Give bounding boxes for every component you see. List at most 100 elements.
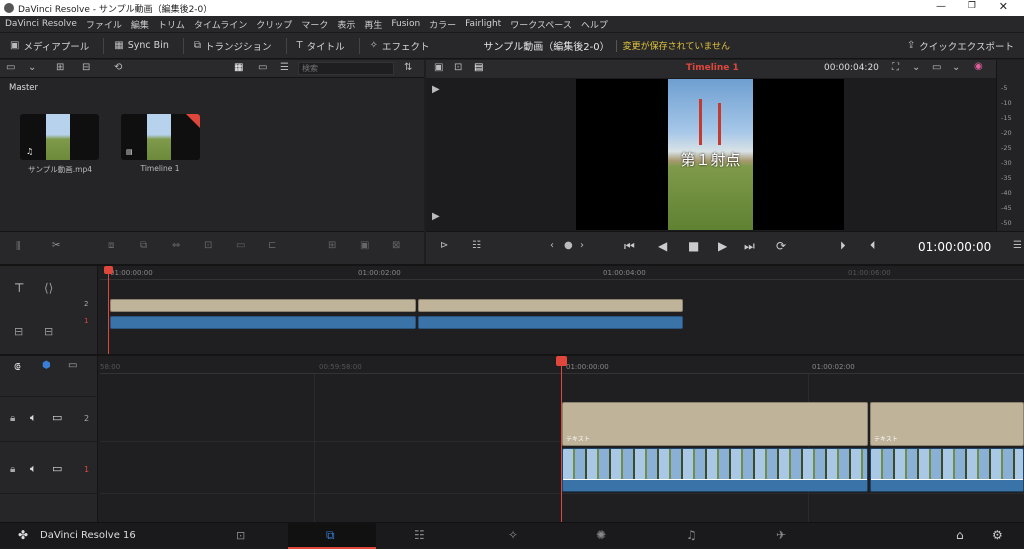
safe-area-icon[interactable]: ⊡ xyxy=(454,63,462,73)
text-clip[interactable]: テキスト xyxy=(870,402,1024,446)
menu-item[interactable]: Fusion xyxy=(391,19,420,29)
speaker-icon[interactable]: 🔈︎ xyxy=(30,411,37,425)
close-up-icon[interactable]: ▣ xyxy=(360,241,369,251)
snapping-icon[interactable]: ⟃ xyxy=(14,360,21,374)
fairlight-page-icon[interactable]: ♫ xyxy=(686,528,697,542)
color-page-icon[interactable]: ✺ xyxy=(596,528,606,542)
monitor-icon[interactable]: ▭ xyxy=(52,411,62,424)
razor-tool-icon[interactable]: ⟨⟩ xyxy=(44,282,53,294)
go-to-end-icon[interactable]: ⏭ xyxy=(744,239,755,254)
prev-clip-icon[interactable]: ‹ xyxy=(550,241,554,251)
chevron-down-icon[interactable]: ⌄ xyxy=(912,63,920,73)
source-overwrite-icon[interactable]: ⊠ xyxy=(392,241,400,251)
play-icon[interactable]: ▶ xyxy=(718,239,727,253)
zoom-in-icon[interactable]: ⊟ xyxy=(14,326,23,337)
menu-item[interactable]: マーク xyxy=(301,18,328,31)
titles-button[interactable]: T タイトル xyxy=(297,39,345,53)
settings-slider-icon[interactable]: ☷ xyxy=(472,241,481,251)
next-clip-icon[interactable]: › xyxy=(580,241,584,251)
playhead-handle[interactable] xyxy=(556,356,567,366)
edit-page-icon[interactable]: ☷ xyxy=(414,528,425,542)
color-wheel-icon[interactable]: ◉ xyxy=(974,62,983,72)
film-icon[interactable]: ▤ xyxy=(474,63,483,73)
effects-button[interactable]: ✧ エフェクト xyxy=(370,39,430,53)
flag-icon[interactable]: ▭ xyxy=(68,360,77,371)
sync-icon[interactable]: ⟲ xyxy=(114,63,122,73)
mark-in-icon[interactable]: ⏵ xyxy=(840,239,846,253)
media-pool-button[interactable]: ▣ メディアプール xyxy=(10,39,89,53)
mark-out-icon[interactable]: ⏴ xyxy=(870,239,876,253)
dropdown-chevron-icon[interactable]: ⌄ xyxy=(28,63,36,73)
scissors-icon[interactable]: ✂ xyxy=(52,241,60,251)
fit-to-fill-icon[interactable]: ⊡ xyxy=(204,241,212,251)
menu-item[interactable]: 再生 xyxy=(364,18,382,31)
menu-item[interactable]: DaVinci Resolve xyxy=(5,19,77,29)
playhead[interactable] xyxy=(561,358,562,524)
sort-icon[interactable]: ⇅ xyxy=(404,63,412,73)
stop-icon[interactable]: ■ xyxy=(688,239,699,253)
text-clip[interactable]: テキスト xyxy=(562,402,868,446)
video-clip[interactable] xyxy=(418,316,683,329)
menu-item[interactable]: ヘルプ xyxy=(581,18,608,31)
lock-icon[interactable]: 🔒︎ xyxy=(10,464,15,475)
marker-icon[interactable]: ⬢ xyxy=(42,360,51,371)
panel-toggle-icon[interactable]: ▭ xyxy=(6,63,15,73)
menu-item[interactable]: ワークスペース xyxy=(510,18,572,31)
menu-item[interactable]: タイムライン xyxy=(194,18,247,31)
out-marker-icon[interactable]: ▶ xyxy=(432,212,440,222)
list-view-icon[interactable]: ☰ xyxy=(280,63,289,73)
menu-item[interactable]: カラー xyxy=(429,18,456,31)
menu-item[interactable]: Fairlight xyxy=(465,19,501,29)
text-clip[interactable] xyxy=(110,299,416,312)
minimize-button[interactable]: — xyxy=(936,1,946,12)
append-icon[interactable]: ⊏ xyxy=(268,241,276,251)
monitor-icon[interactable]: ▭ xyxy=(52,462,62,475)
media-page-icon[interactable]: ⊡ xyxy=(236,529,245,542)
sync-bin-button[interactable]: ▦ Sync Bin xyxy=(114,40,169,51)
search-input[interactable] xyxy=(298,62,394,75)
zoom-out-icon[interactable]: ⊟ xyxy=(44,326,53,337)
maximize-button[interactable]: ❐ xyxy=(968,1,976,11)
close-button[interactable]: ✕ xyxy=(999,0,1008,13)
snap-tool-icon[interactable]: ⊤ xyxy=(14,282,24,294)
play-reverse-icon[interactable]: ◀ xyxy=(658,239,667,253)
replace-clip-icon[interactable]: ⇔ xyxy=(172,241,180,251)
strip-view-icon[interactable]: ▭ xyxy=(258,63,267,73)
video-clip[interactable] xyxy=(110,316,416,329)
timeline-viewer[interactable]: ▶ ▶ 第１射点 xyxy=(426,78,996,231)
gear-icon[interactable]: ⚙ xyxy=(992,528,1003,542)
menu-icon[interactable]: ☰ xyxy=(1013,241,1022,251)
home-icon[interactable]: ⌂ xyxy=(956,528,964,542)
menu-item[interactable]: クリップ xyxy=(256,18,292,31)
viewer-options-icon[interactable]: ▭ xyxy=(932,63,941,73)
quick-export-button[interactable]: ⇪ クイックエクスポート xyxy=(907,39,1014,53)
playhead-handle[interactable] xyxy=(104,266,113,274)
overwrite-clip-icon[interactable]: ⧉ xyxy=(140,241,147,251)
media-clip-video[interactable]: ♫ xyxy=(20,114,99,160)
menu-item[interactable]: 表示 xyxy=(337,18,355,31)
thumbnail-view-icon[interactable]: ▦ xyxy=(234,63,243,73)
chevron-down-icon[interactable]: ⌄ xyxy=(952,63,960,73)
lock-icon[interactable]: 🔒︎ xyxy=(10,413,15,424)
playhead-mode-icon[interactable]: ⊳ xyxy=(440,241,448,251)
video-clip[interactable] xyxy=(562,448,868,492)
speaker-icon[interactable]: 🔈︎ xyxy=(30,462,37,476)
ripple-icon[interactable]: ⊞ xyxy=(328,241,336,251)
transitions-button[interactable]: ⧉ トランジション xyxy=(194,39,272,53)
viewer-mode-icon[interactable]: ▣ xyxy=(434,63,443,73)
deliver-page-icon[interactable]: ✈ xyxy=(776,528,786,542)
menu-item[interactable]: 編集 xyxy=(131,18,149,31)
playhead[interactable] xyxy=(108,266,109,354)
new-bin-icon[interactable]: ⊞ xyxy=(56,63,64,73)
jog-dot-icon[interactable]: ● xyxy=(564,241,573,251)
menu-item[interactable]: トリム xyxy=(158,18,185,31)
media-clip-timeline[interactable]: ▤ xyxy=(121,114,200,160)
fusion-page-icon[interactable]: ✧ xyxy=(508,528,518,542)
cut-page-tab[interactable]: ⧉ xyxy=(288,523,376,549)
transform-icon[interactable]: ⛶ xyxy=(892,63,899,73)
new-timeline-icon[interactable]: ⊟ xyxy=(82,63,90,73)
go-to-start-icon[interactable]: ⏮ xyxy=(624,239,635,254)
menu-item[interactable]: ファイル xyxy=(86,18,122,31)
text-clip[interactable] xyxy=(418,299,683,312)
dynamic-zoom-icon[interactable]: ⫼ xyxy=(16,242,21,252)
